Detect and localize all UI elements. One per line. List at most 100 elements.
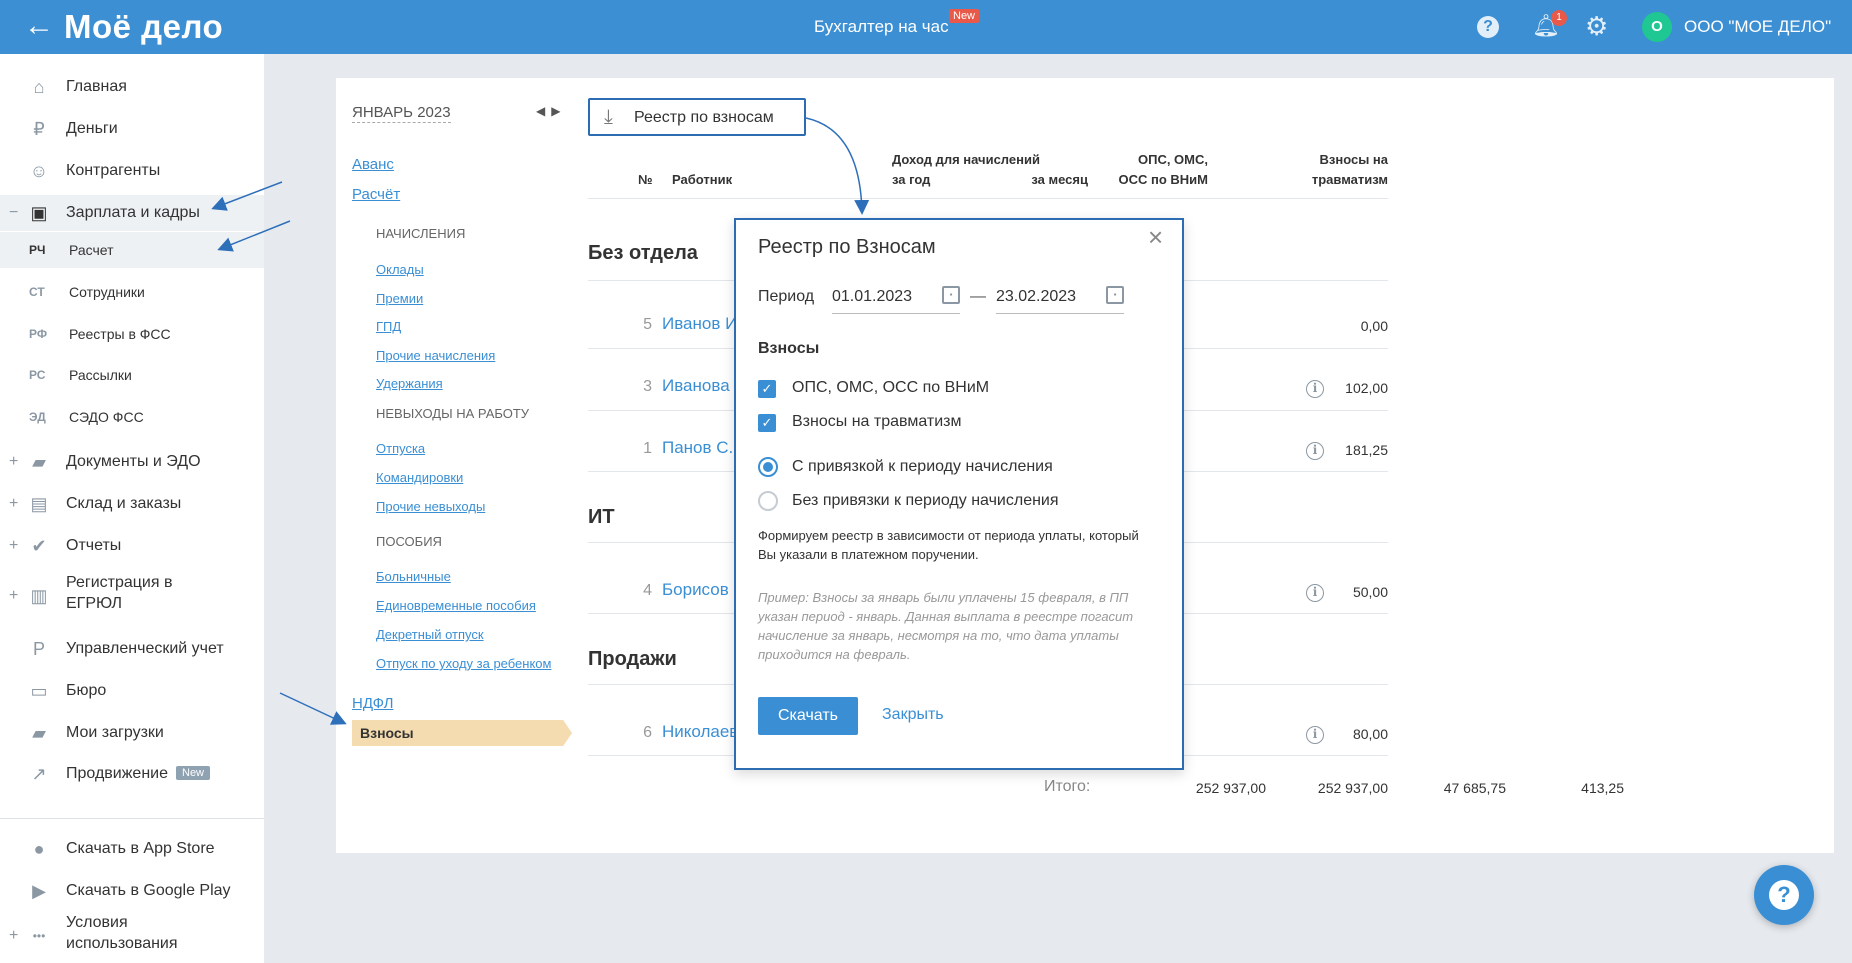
- sidebar-item-contractors[interactable]: ☺ Контрагенты: [0, 153, 264, 189]
- info-icon[interactable]: i: [1306, 584, 1324, 602]
- sidebar-subitem-employees[interactable]: СТ Сотрудники: [0, 274, 264, 310]
- calendar-icon[interactable]: ▪: [1106, 286, 1124, 304]
- employee-link[interactable]: Иванов И.: [662, 314, 737, 334]
- trauma-checkbox-label[interactable]: Взносы на травматизм: [792, 413, 961, 431]
- radio-with-period[interactable]: [758, 457, 778, 477]
- contributions-register-button[interactable]: ⤓ Реестр по взносам: [588, 98, 806, 136]
- col-income-year: за год: [892, 172, 931, 187]
- link-childcare-leave[interactable]: Отпуск по уходу за ребенком: [376, 656, 551, 671]
- employee-link[interactable]: Панов С.: [662, 438, 737, 458]
- download-button[interactable]: Скачать: [758, 697, 858, 735]
- link-gpd[interactable]: ГПД: [376, 319, 401, 334]
- subitem-label: Сотрудники: [69, 284, 145, 300]
- ndfl-link[interactable]: НДФЛ: [352, 695, 393, 712]
- sidebar-subitem-mailings[interactable]: РС Рассылки: [0, 357, 264, 393]
- sidebar-item-label: Скачать в App Store: [66, 840, 215, 857]
- vznosy-active-item[interactable]: Взносы: [352, 720, 572, 746]
- sidebar-item-downloads[interactable]: ▰ Мои загрузки: [0, 715, 264, 751]
- link-salaries[interactable]: Оклады: [376, 262, 424, 277]
- sidebar-item-management-accounting[interactable]: P Управленческий учет: [0, 631, 264, 667]
- employee-link[interactable]: Иванова: [662, 376, 737, 396]
- close-icon[interactable]: ×: [1148, 224, 1163, 250]
- calendar-icon[interactable]: ▪: [942, 286, 960, 304]
- back-arrow-icon[interactable]: ←: [24, 11, 54, 41]
- sidebar-subitem-sedo[interactable]: ЭД СЭДО ФСС: [0, 399, 264, 435]
- expand-icon[interactable]: +: [9, 927, 18, 945]
- avans-link[interactable]: Аванс: [352, 156, 394, 173]
- accountant-per-hour-link[interactable]: Бухгалтер на час: [814, 17, 949, 37]
- sidebar-item-google-play[interactable]: ▶ Скачать в Google Play: [0, 873, 264, 909]
- trauma-value: 80,00: [1352, 726, 1388, 742]
- expand-icon[interactable]: +: [9, 587, 18, 605]
- total-ops: 47 685,75: [1443, 780, 1506, 796]
- subitem-abbr: СТ: [29, 285, 45, 299]
- section-accruals: НАЧИСЛЕНИЯ: [376, 226, 466, 241]
- link-maternity-leave[interactable]: Декретный отпуск: [376, 627, 484, 642]
- register-button-label: Реестр по взносам: [634, 109, 774, 126]
- app-logo[interactable]: Моё дело: [64, 8, 223, 46]
- expand-icon[interactable]: +: [9, 537, 18, 555]
- avatar[interactable]: О: [1642, 12, 1672, 42]
- trauma-checkbox[interactable]: ✓: [758, 414, 776, 432]
- info-icon[interactable]: i: [1306, 726, 1324, 744]
- sidebar-subitem-raschet[interactable]: РЧ Расчет: [0, 232, 264, 268]
- collapse-icon[interactable]: −: [9, 204, 18, 222]
- ops-checkbox-label[interactable]: ОПС, ОМС, ОСС по ВНиМ: [792, 379, 989, 397]
- sidebar-item-terms[interactable]: + ••• Условия использования: [0, 912, 264, 960]
- link-other-absence[interactable]: Прочие невыходы: [376, 499, 485, 514]
- sidebar-subitem-fss-registers[interactable]: РФ Реестры в ФСС: [0, 316, 264, 352]
- info-icon[interactable]: i: [1306, 442, 1324, 460]
- help-icon[interactable]: ?: [1477, 16, 1499, 38]
- link-one-time-benefits[interactable]: Единовременные пособия: [376, 598, 536, 613]
- gear-icon[interactable]: ⚙: [1585, 12, 1608, 40]
- col-trauma-line2: травматизм: [1311, 172, 1388, 187]
- sidebar-item-label-line2: использования: [66, 935, 178, 952]
- total-income-year: 252 937,00: [1195, 780, 1266, 796]
- link-business-trips[interactable]: Командировки: [376, 470, 463, 485]
- dialog-title: Реестр по Взносам: [758, 236, 936, 258]
- sidebar-item-bureau[interactable]: ▭ Бюро: [0, 673, 264, 709]
- section-absence: НЕВЫХОДЫ НА РАБОТУ: [376, 406, 530, 421]
- info-icon[interactable]: i: [1306, 380, 1324, 398]
- employee-link[interactable]: Борисов: [662, 580, 737, 600]
- sidebar-item-label: Условия: [66, 914, 128, 931]
- total-income-month: 252 937,00: [1317, 780, 1388, 796]
- top-bar: ← Моё дело Бухгалтер на час New ? 🔔︎ 1 ⚙…: [0, 0, 1852, 54]
- link-vacations[interactable]: Отпуска: [376, 441, 425, 456]
- link-deductions[interactable]: Удержания: [376, 376, 443, 391]
- subitem-abbr: РФ: [29, 327, 48, 341]
- month-selector[interactable]: ЯНВАРЬ 2023: [352, 104, 451, 123]
- month-prev-next-arrows[interactable]: ◀▶: [536, 104, 566, 118]
- floating-help-button[interactable]: ?: [1754, 865, 1814, 925]
- sidebar-item-reports[interactable]: + ✔ Отчеты: [0, 528, 264, 564]
- radio-without-period[interactable]: [758, 491, 778, 511]
- raschet-link[interactable]: Расчёт: [352, 186, 400, 203]
- sidebar-item-salary[interactable]: − ▣ Зарплата и кадры: [0, 195, 264, 231]
- employee-link[interactable]: Николаев: [662, 722, 737, 742]
- sidebar-item-warehouse[interactable]: + ▤ Склад и заказы: [0, 486, 264, 522]
- expand-icon[interactable]: +: [9, 453, 18, 471]
- sidebar-item-app-store[interactable]: ● Скачать в App Store: [0, 831, 264, 867]
- sidebar-item-documents[interactable]: + ▰ Документы и ЭДО: [0, 444, 264, 480]
- radio-with-period-label[interactable]: С привязкой к периоду начисления: [792, 458, 1053, 476]
- subitem-label: СЭДО ФСС: [69, 409, 144, 425]
- trauma-value: 102,00: [1345, 380, 1388, 396]
- expand-icon[interactable]: +: [9, 495, 18, 513]
- row-number: 5: [643, 316, 652, 333]
- close-link[interactable]: Закрыть: [882, 706, 944, 724]
- sidebar-item-registration[interactable]: + ▥ Регистрация в ЕГРЮЛ: [0, 572, 264, 620]
- sidebar-item-money[interactable]: ₽ Деньги: [0, 111, 264, 147]
- date-to-value: 23.02.2023: [996, 288, 1077, 305]
- registration-icon: ▥: [30, 585, 48, 606]
- radio-without-period-label[interactable]: Без привязки к периоду начисления: [792, 492, 1059, 510]
- sidebar-item-home[interactable]: ⌂ Главная: [0, 69, 264, 105]
- date-from-field[interactable]: 01.01.2023 ▪: [832, 280, 960, 314]
- organization-name[interactable]: ООО "МОЕ ДЕЛО": [1684, 17, 1831, 37]
- link-other-accruals[interactable]: Прочие начисления: [376, 348, 495, 363]
- sidebar-item-promotion[interactable]: ↗ Продвижение New: [0, 756, 264, 792]
- date-to-field[interactable]: 23.02.2023 ▪: [996, 280, 1124, 314]
- link-bonuses[interactable]: Премии: [376, 291, 423, 306]
- example-text: Пример: Взносы за январь были уплачены 1…: [758, 590, 1134, 662]
- ops-checkbox[interactable]: ✓: [758, 380, 776, 398]
- link-sick-leave[interactable]: Больничные: [376, 569, 451, 584]
